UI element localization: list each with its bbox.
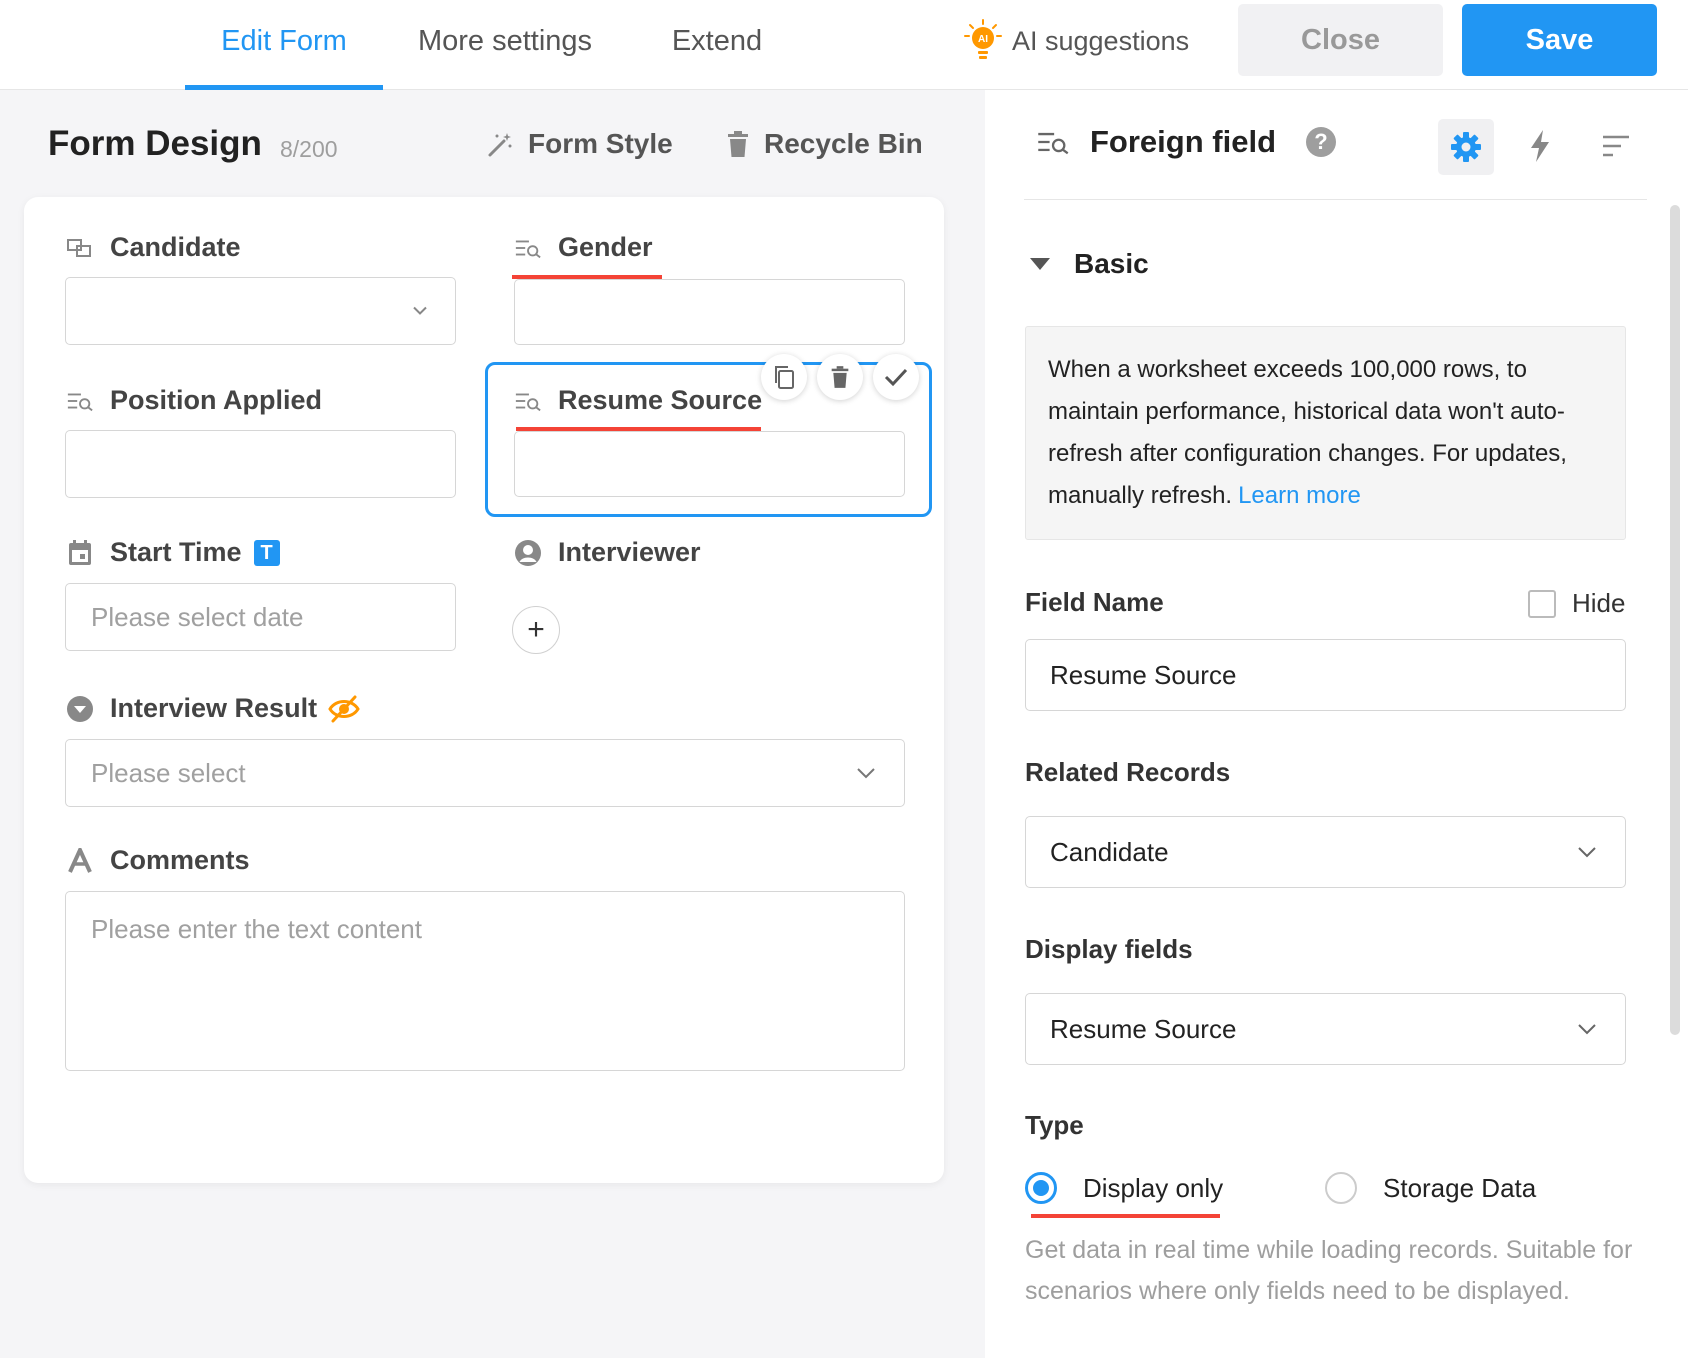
calendar-icon bbox=[66, 539, 94, 567]
caret-down-icon bbox=[1030, 258, 1050, 270]
panel-header-divider bbox=[1024, 199, 1647, 200]
field-label-position-applied: Position Applied bbox=[66, 385, 322, 416]
display-fields-label: Display fields bbox=[1025, 934, 1193, 964]
field-label-comments: Comments bbox=[66, 845, 250, 876]
ai-badge-text: AI bbox=[978, 34, 988, 45]
radio-circle[interactable] bbox=[1325, 1172, 1357, 1204]
type-label: Type bbox=[1025, 1110, 1084, 1140]
form-style-label: Form Style bbox=[528, 128, 673, 159]
confirm-field-button[interactable] bbox=[873, 354, 919, 400]
foreign-field-icon bbox=[1038, 132, 1069, 155]
type-description: Get data in real time while loading reco… bbox=[1025, 1236, 1633, 1305]
relation-icon bbox=[66, 234, 94, 262]
checkbox-box[interactable] bbox=[1528, 589, 1556, 618]
magic-wand-icon bbox=[488, 133, 512, 157]
delete-field-button[interactable] bbox=[817, 354, 863, 400]
eye-hidden-icon bbox=[328, 695, 360, 722]
radio-storage-data[interactable]: Storage Data bbox=[1325, 1172, 1536, 1204]
save-button[interactable]: Save bbox=[1462, 4, 1657, 76]
display-only-underline bbox=[1031, 1214, 1220, 1218]
chevron-down-icon bbox=[857, 768, 875, 779]
user-icon bbox=[514, 539, 542, 567]
add-member-button[interactable]: + bbox=[512, 606, 560, 654]
resume-source-input[interactable] bbox=[514, 431, 905, 497]
ai-bulb-icon: AI bbox=[964, 19, 1002, 59]
copy-field-button[interactable] bbox=[761, 354, 807, 400]
tab-more-settings[interactable]: More settings bbox=[410, 0, 600, 90]
form-style-button[interactable]: Form Style bbox=[486, 128, 673, 160]
tab-extend[interactable]: Extend bbox=[652, 0, 782, 90]
sort-tab-button[interactable] bbox=[1601, 134, 1631, 163]
chevron-down-icon bbox=[1578, 847, 1596, 858]
trash-icon bbox=[728, 131, 748, 157]
field-label-resume-source: Resume Source bbox=[514, 385, 762, 416]
related-records-select[interactable]: Candidate bbox=[1025, 816, 1626, 888]
start-time-input[interactable]: Please select date bbox=[65, 583, 456, 651]
gear-icon bbox=[1451, 132, 1481, 162]
copy-icon bbox=[775, 366, 794, 389]
text-icon bbox=[66, 847, 94, 875]
top-bar: Edit Form More settings Extend AI AI sug… bbox=[0, 0, 1688, 90]
field-label-gender: Gender bbox=[514, 232, 653, 263]
learn-more-link[interactable]: Learn more bbox=[1238, 482, 1361, 509]
dropdown-icon bbox=[66, 695, 94, 723]
form-design-title: Form Design bbox=[48, 124, 262, 163]
tab-edit-form[interactable]: Edit Form bbox=[185, 0, 383, 90]
position-applied-input[interactable] bbox=[65, 430, 456, 498]
field-name-label: Field Name bbox=[1025, 587, 1164, 617]
check-icon bbox=[884, 368, 908, 387]
trash-icon bbox=[831, 366, 849, 388]
chevron-down-icon bbox=[1578, 1024, 1596, 1035]
field-name-input[interactable]: Resume Source bbox=[1025, 639, 1626, 711]
interview-result-select[interactable]: Please select bbox=[65, 739, 905, 807]
related-records-label: Related Records bbox=[1025, 757, 1231, 787]
ai-suggestions-label: AI suggestions bbox=[1012, 25, 1190, 56]
radio-circle-selected[interactable] bbox=[1025, 1172, 1057, 1204]
field-label-interview-result: Interview Result bbox=[66, 693, 361, 724]
settings-tab-button[interactable] bbox=[1438, 119, 1494, 175]
candidate-select[interactable] bbox=[65, 277, 456, 345]
hide-checkbox[interactable]: Hide bbox=[1528, 588, 1625, 619]
lightning-icon bbox=[1531, 130, 1549, 162]
recycle-bin-button[interactable]: Recycle Bin bbox=[726, 128, 923, 160]
foreign-field-icon bbox=[514, 234, 542, 262]
recycle-bin-label: Recycle Bin bbox=[764, 128, 923, 159]
chevron-down-icon bbox=[413, 306, 427, 315]
foreign-field-icon bbox=[66, 387, 94, 415]
section-basic-toggle[interactable]: Basic bbox=[1030, 248, 1149, 280]
sort-lines-icon bbox=[1603, 135, 1629, 157]
panel-title: Foreign field ? bbox=[1036, 124, 1336, 160]
help-icon[interactable]: ? bbox=[1306, 127, 1336, 157]
field-count: 8/200 bbox=[280, 136, 338, 162]
field-label-candidate: Candidate bbox=[66, 232, 241, 263]
display-fields-select[interactable]: Resume Source bbox=[1025, 993, 1626, 1065]
field-label-start-time: Start Time T bbox=[66, 537, 280, 568]
field-settings-panel bbox=[985, 90, 1688, 1358]
foreign-field-icon bbox=[514, 387, 542, 415]
type-badge: T bbox=[253, 539, 280, 566]
radio-display-only[interactable]: Display only bbox=[1025, 1172, 1223, 1204]
close-button[interactable]: Close bbox=[1238, 4, 1443, 76]
performance-notice: When a worksheet exceeds 100,000 rows, t… bbox=[1025, 326, 1626, 540]
field-label-interviewer: Interviewer bbox=[514, 537, 701, 568]
events-tab-button[interactable] bbox=[1527, 129, 1553, 168]
gender-input[interactable] bbox=[514, 279, 905, 345]
ai-suggestions-button[interactable]: AI AI suggestions bbox=[962, 18, 1189, 64]
comments-textarea[interactable]: Please enter the text content bbox=[65, 891, 905, 1071]
panel-scrollbar[interactable] bbox=[1670, 205, 1680, 1035]
